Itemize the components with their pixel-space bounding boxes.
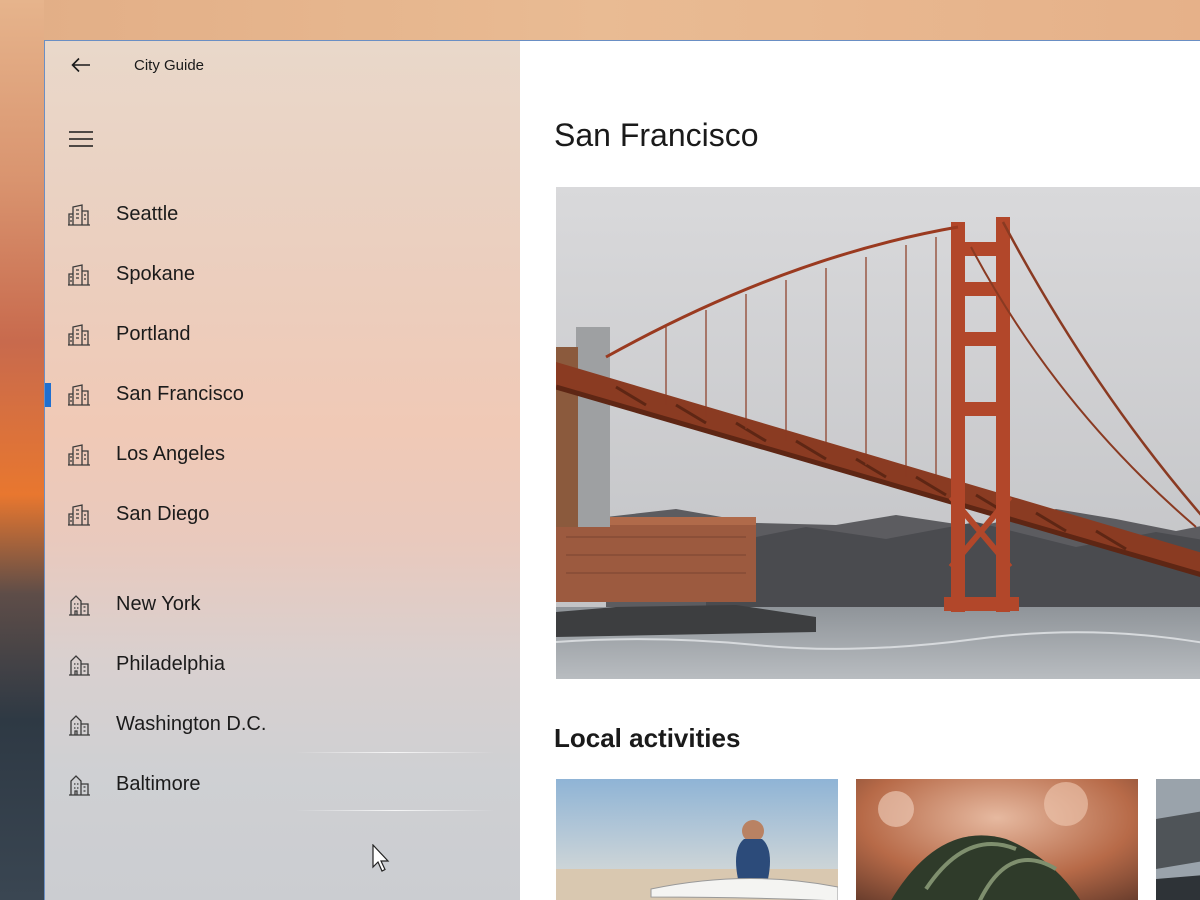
nav-item-san-diego[interactable]: San Diego [45, 484, 520, 544]
city-icon [68, 384, 90, 406]
hamburger-menu-button[interactable] [63, 121, 99, 157]
hero-image-golden-gate-bridge [556, 187, 1200, 679]
activity-tile-surfing[interactable] [556, 779, 838, 900]
city-icon [68, 204, 90, 226]
nav-item-label: Seattle [116, 203, 179, 225]
app-title: City Guide [134, 57, 205, 74]
nav-item-label: San Diego [116, 503, 210, 525]
nav-item-label: San Francisco [116, 383, 244, 405]
city-icon [68, 504, 90, 526]
selection-indicator [45, 383, 51, 407]
nav-item-label: Baltimore [116, 773, 201, 795]
city-icon [68, 444, 90, 466]
nav-item-portland[interactable]: Portland [45, 304, 520, 364]
nav-item-label: Spokane [116, 263, 195, 285]
app-window: City Guide Seattle Spokane Portland San … [44, 40, 1200, 900]
building-icon [69, 715, 90, 736]
nav-item-seattle[interactable]: Seattle [45, 184, 520, 244]
nav-item-label: Portland [116, 323, 191, 345]
title-bar: City Guide [45, 41, 520, 89]
back-button[interactable] [63, 49, 99, 81]
nav-item-washington-dc[interactable]: Washington D.C. [45, 694, 520, 754]
nav-item-spokane[interactable]: Spokane [45, 244, 520, 304]
nav-item-label: Washington D.C. [116, 713, 267, 735]
building-icon [69, 595, 90, 616]
back-arrow-icon [71, 57, 90, 73]
content-pane: San Francisco Local activities [520, 41, 1200, 900]
hamburger-icon [69, 131, 93, 147]
navigation-pane: City Guide Seattle Spokane Portland San … [45, 41, 520, 900]
nav-highlight [295, 810, 495, 811]
page-title: San Francisco [554, 117, 759, 153]
activity-tile-food[interactable] [856, 779, 1138, 900]
city-icon [68, 324, 90, 346]
desktop-wallpaper [0, 0, 44, 900]
nav-item-san-francisco[interactable]: San Francisco [45, 364, 520, 424]
building-icon [69, 775, 90, 796]
section-title-local-activities: Local activities [554, 723, 741, 753]
nav-item-label: Los Angeles [116, 443, 225, 465]
nav-item-baltimore[interactable]: Baltimore [45, 754, 520, 814]
nav-item-new-york[interactable]: New York [45, 574, 520, 634]
nav-item-los-angeles[interactable]: Los Angeles [45, 424, 520, 484]
city-icon [68, 264, 90, 286]
mouse-cursor-icon [372, 844, 390, 872]
nav-highlight [295, 752, 495, 753]
building-icon [69, 655, 90, 676]
nav-item-label: New York [116, 593, 201, 615]
nav-item-philadelphia[interactable]: Philadelphia [45, 634, 520, 694]
desktop-wallpaper-top [0, 0, 1200, 40]
nav-item-label: Philadelphia [116, 653, 225, 675]
activity-tile-coast[interactable] [1156, 779, 1200, 900]
